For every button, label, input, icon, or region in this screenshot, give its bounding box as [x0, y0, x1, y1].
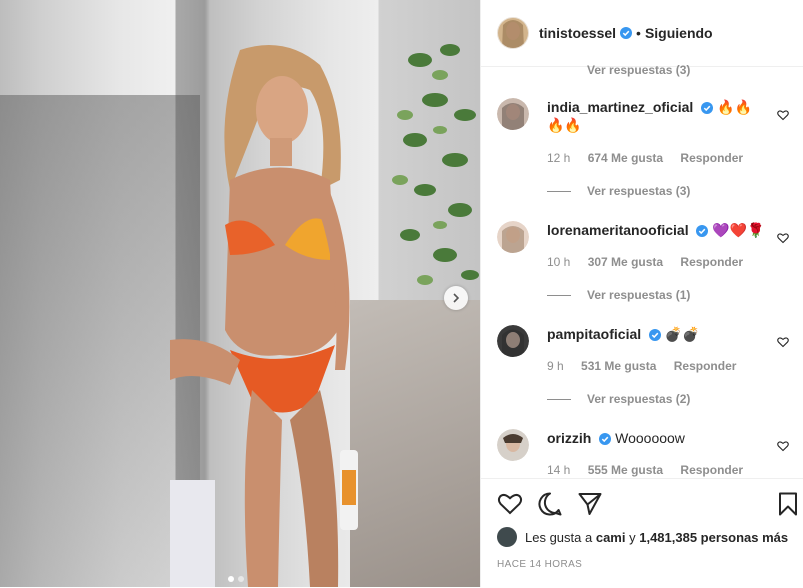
header-separator: •	[636, 25, 641, 41]
likes-count-link[interactable]: 1,481,385 personas más	[639, 530, 788, 545]
view-replies-link[interactable]: Ver respuestas (3)	[547, 184, 690, 198]
comment-time[interactable]: 10 h	[547, 255, 570, 269]
comment-likes[interactable]: 307 Me gusta	[588, 255, 663, 269]
comment-meta: 12 h 674 Me gusta Responder	[547, 151, 757, 165]
likes-prefix: Les gusta a	[525, 529, 593, 545]
comment-time[interactable]: 12 h	[547, 151, 570, 165]
commenter-avatar[interactable]	[497, 429, 529, 461]
comment-username[interactable]: india_martinez_oficial	[547, 99, 693, 115]
chevron-right-icon	[453, 293, 460, 303]
verified-icon	[696, 225, 709, 238]
post-media[interactable]	[0, 0, 480, 587]
comment-text: Woooooow	[615, 430, 685, 446]
reply-button[interactable]: Responder	[680, 463, 743, 477]
carousel-next-button[interactable]	[444, 286, 468, 310]
commenter-avatar[interactable]	[497, 325, 529, 357]
replies-divider	[547, 398, 571, 400]
verified-icon	[599, 433, 612, 446]
liker-avatar[interactable]	[497, 527, 517, 547]
carousel-dot-active	[228, 576, 234, 582]
comment-icon[interactable]	[537, 491, 563, 517]
comment-body: orizzih Woooooow	[547, 429, 767, 447]
comment-time[interactable]: 9 h	[547, 359, 564, 373]
follow-status-button[interactable]: Siguiendo	[645, 25, 713, 41]
post-side-panel: tinistoessel • Siguiendo Ver respuestas …	[480, 0, 803, 587]
view-replies-label[interactable]: Ver respuestas (3)	[587, 184, 690, 198]
view-replies-label[interactable]: Ver respuestas (1)	[587, 288, 690, 302]
comment-body: lorenameritanooficial 💜❤️🌹	[547, 221, 767, 239]
comment-text: 💣💣	[664, 326, 700, 342]
comment-meta: 9 h 531 Me gusta Responder	[547, 359, 750, 373]
heart-icon[interactable]	[777, 440, 789, 452]
reply-button[interactable]: Responder	[680, 151, 743, 165]
comment-body: india_martinez_oficial 🔥🔥🔥🔥	[547, 98, 767, 134]
view-replies-label[interactable]: Ver respuestas (2)	[587, 392, 690, 406]
reply-button[interactable]: Responder	[674, 359, 737, 373]
replies-divider	[547, 294, 571, 296]
comment-username[interactable]: orizzih	[547, 430, 591, 446]
post-actions: Les gusta a cami y 1,481,385 personas má…	[481, 478, 803, 588]
comment-likes[interactable]: 674 Me gusta	[588, 151, 663, 165]
liker-username[interactable]: cami	[596, 530, 626, 545]
verified-icon	[701, 102, 714, 115]
comment-likes[interactable]: 531 Me gusta	[581, 359, 656, 373]
replies-divider	[547, 190, 571, 192]
commenter-avatar[interactable]	[497, 221, 529, 253]
heart-icon[interactable]	[497, 491, 523, 517]
verified-icon	[620, 27, 633, 39]
comment-body: pampitaoficial 💣💣	[547, 325, 767, 343]
likes-summary: Les gusta a cami y 1,481,385 personas má…	[497, 527, 788, 547]
bookmark-icon[interactable]	[775, 491, 801, 517]
view-replies-link[interactable]: Ver respuestas (2)	[547, 392, 690, 406]
carousel-indicator	[228, 576, 244, 582]
comment-time[interactable]: 14 h	[547, 463, 570, 477]
heart-icon[interactable]	[777, 336, 789, 348]
model-figure	[170, 45, 358, 587]
post-timestamp[interactable]: HACE 14 HORAS	[497, 559, 582, 570]
comments-list: Ver respuestas (3) india_martinez_oficia…	[481, 60, 803, 478]
likes-conjunction: y	[629, 529, 636, 545]
post-header: tinistoessel • Siguiendo	[481, 0, 803, 67]
author-avatar[interactable]	[497, 17, 529, 49]
author-username[interactable]: tinistoessel	[539, 25, 616, 41]
comment-meta: 10 h 307 Me gusta Responder	[547, 255, 757, 269]
view-replies-link-top[interactable]: Ver respuestas (3)	[587, 63, 690, 77]
verified-icon	[649, 329, 662, 342]
carousel-dot	[238, 576, 244, 582]
commenter-avatar[interactable]	[497, 98, 529, 130]
heart-icon[interactable]	[777, 109, 789, 121]
share-icon[interactable]	[577, 491, 603, 517]
heart-icon[interactable]	[777, 232, 789, 244]
comment-username[interactable]: pampitaoficial	[547, 326, 641, 342]
comment-text: 💜❤️🌹	[712, 222, 765, 238]
view-replies-link[interactable]: Ver respuestas (1)	[547, 288, 690, 302]
comment-likes[interactable]: 555 Me gusta	[588, 463, 663, 477]
reply-button[interactable]: Responder	[680, 255, 743, 269]
comment-meta: 14 h 555 Me gusta Responder	[547, 463, 757, 477]
comment-username[interactable]: lorenameritanooficial	[547, 222, 689, 238]
